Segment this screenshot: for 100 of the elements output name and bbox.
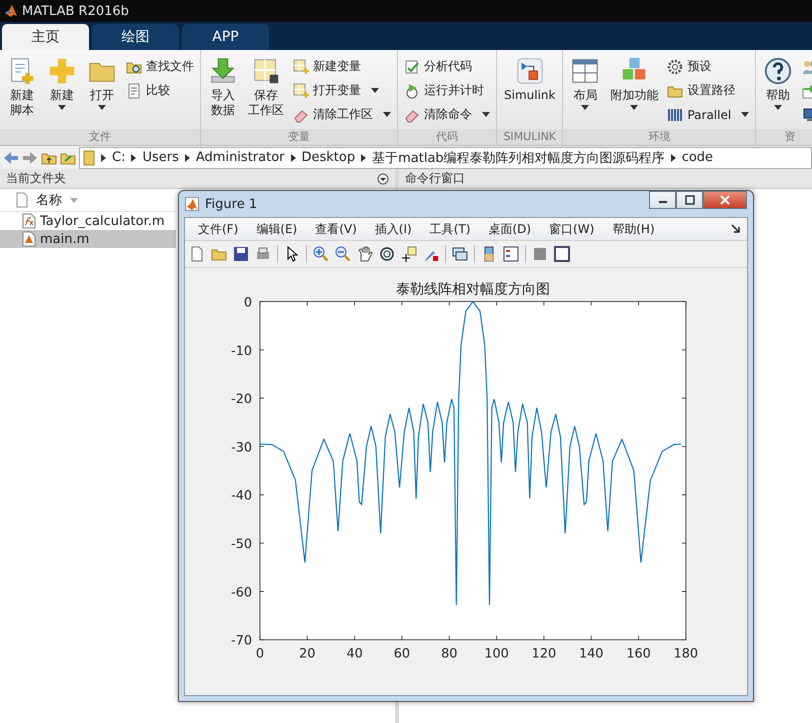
button-label: 导入 数据 [211, 88, 235, 118]
hand-icon[interactable] [357, 246, 373, 262]
breadcrumb[interactable]: code [682, 150, 714, 165]
ribbon-tab[interactable]: 绘图 [92, 24, 179, 50]
plus-icon [47, 56, 77, 86]
group-label: 变量 [201, 129, 397, 145]
toolstrip-button[interactable]: 比较 [124, 80, 196, 101]
new-file-icon[interactable] [189, 246, 205, 262]
x-tick-label: 160 [626, 646, 651, 662]
y-tick-label: -60 [231, 585, 252, 600]
maximize-button[interactable] [676, 191, 703, 209]
ribbon-tab[interactable]: APP [182, 24, 269, 50]
window-title: MATLAB R2016b [22, 4, 129, 18]
close-icon [720, 195, 730, 205]
menu-item[interactable]: 帮助(H) [603, 220, 664, 238]
gear-icon [667, 58, 684, 74]
maximize-icon [684, 195, 694, 205]
zoom-in-icon[interactable] [313, 246, 329, 262]
data-cursor-icon[interactable] [401, 246, 417, 262]
toolstrip-button[interactable]: Simulink [501, 54, 558, 105]
y-tick-label: 0 [244, 296, 252, 310]
folder-icon [83, 150, 95, 166]
breadcrumb[interactable]: C: [112, 150, 126, 165]
sort-caret-icon [70, 198, 78, 202]
help-icon [763, 56, 794, 86]
toolstrip-button[interactable]: 打开 [84, 54, 120, 112]
file-row[interactable]: Taylor_calculator.m [0, 212, 176, 230]
toolstrip-button[interactable]: 查找文件 [124, 56, 196, 77]
back-arrow-icon[interactable] [3, 150, 19, 166]
y-tick-label: -50 [231, 537, 252, 552]
square-icon[interactable] [532, 246, 548, 262]
x-tick-label: 60 [394, 646, 410, 662]
panel-menu-icon[interactable] [377, 172, 389, 184]
toolstrip-button[interactable]: 设置路径 [665, 80, 752, 101]
script-file-icon [22, 231, 36, 247]
menu-item[interactable]: 插入(I) [366, 220, 421, 238]
menu-item[interactable]: 工具(T) [420, 220, 480, 238]
x-tick-label: 20 [299, 646, 316, 662]
toolstrip-button[interactable]: 打开变量 [291, 80, 393, 101]
column-header[interactable]: 名称 [0, 189, 176, 212]
x-tick-label: 120 [532, 646, 556, 662]
rotate-icon[interactable] [379, 246, 395, 262]
y-tick-label: -10 [231, 344, 252, 359]
link-icon[interactable] [452, 246, 468, 262]
x-tick-label: 100 [484, 646, 509, 662]
window-icon[interactable] [554, 246, 570, 262]
toolstrip-button[interactable]: 布局 [567, 54, 604, 112]
block-diagram-icon [514, 56, 545, 86]
toolstrip-button[interactable]: Parallel [665, 104, 752, 125]
toolstrip-button[interactable]: 清除命令 [402, 104, 492, 125]
group-label: 环境 [563, 129, 756, 145]
minimize-button[interactable] [649, 191, 676, 209]
toolstrip-button[interactable]: 新建变量 [291, 56, 393, 77]
close-button[interactable] [703, 191, 747, 209]
y-tick-label: -30 [231, 440, 252, 456]
panel-title: 当前文件夹 [6, 170, 66, 187]
dock-arrow-icon[interactable] [731, 224, 741, 234]
toolstrip-button[interactable]: 运行并计时 [402, 80, 492, 101]
button-label: 附加功能 [610, 88, 658, 103]
toolstrip-button[interactable]: 新建 脚本 [4, 54, 40, 120]
zoom-out-icon[interactable] [335, 246, 351, 262]
breadcrumb[interactable]: Users [142, 150, 179, 165]
group-label: 文件 [0, 129, 200, 145]
y-tick-label: -70 [231, 634, 252, 649]
toolstrip-button[interactable]: 新建 [44, 54, 80, 112]
toolstrip-button[interactable]: 附加功能 [607, 54, 662, 112]
save-icon[interactable] [233, 246, 249, 262]
toolstrip-button[interactable]: 预设 [665, 56, 752, 77]
menu-item[interactable]: 桌面(D) [479, 220, 540, 238]
toolstrip-button[interactable]: 保存 工作区 [245, 54, 287, 120]
matlab-logo-icon [4, 4, 18, 18]
x-tick-label: 80 [441, 646, 458, 662]
toolstrip-button[interactable]: 导入 数据 [205, 54, 241, 120]
legend-icon[interactable] [503, 246, 519, 262]
breadcrumb[interactable]: Desktop [302, 150, 356, 165]
print-icon[interactable] [255, 246, 271, 262]
menu-item[interactable]: 查看(V) [306, 220, 366, 238]
toolstrip-button[interactable]: 分析代码 [402, 56, 492, 77]
x-tick-label: 40 [346, 646, 363, 662]
button-label: 布局 [573, 88, 598, 103]
menu-item[interactable]: 文件(F) [189, 220, 248, 238]
breadcrumb[interactable]: Administrator [196, 150, 284, 165]
ribbon-tab[interactable]: 主页 [2, 24, 89, 50]
breadcrumb-separator-icon [361, 154, 366, 162]
toolstrip-button[interactable]: 清除工作区 [291, 104, 393, 125]
path-field[interactable]: C: Users Administrator Desktop 基于matlab编程泰勒阵列相对幅度方向图源码程序 code [79, 146, 812, 168]
checklist-icon [404, 58, 420, 74]
toolstrip-button[interactable]: 帮助 [760, 54, 796, 112]
menu-item[interactable]: 窗口(W) [540, 220, 604, 238]
y-tick-label: -40 [231, 488, 252, 504]
documents-icon [126, 82, 142, 98]
file-row[interactable]: main.m [0, 230, 176, 248]
panel-title: 命令行窗口 [405, 170, 465, 187]
figure-title: Figure 1 [205, 196, 258, 212]
menu-item[interactable]: 编辑(E) [247, 220, 306, 238]
x-tick-label: 0 [256, 646, 264, 662]
bars-icon [667, 106, 684, 122]
group-label: SIMULINK [497, 129, 562, 145]
breadcrumb[interactable]: 基于matlab编程泰勒阵列相对幅度方向图源码程序 [372, 148, 665, 166]
button-label: Simulink [504, 88, 556, 103]
